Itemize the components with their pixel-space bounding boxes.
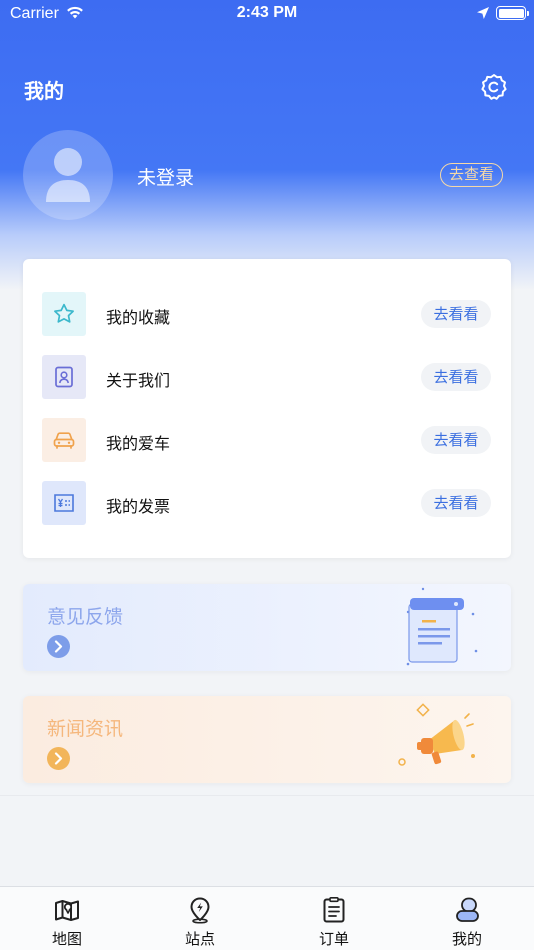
menu-item-label: 我的发票 — [106, 497, 171, 516]
menu-item-label: 关于我们 — [106, 371, 171, 390]
clock: 2:43 PM — [236, 4, 298, 21]
invoice-icon — [54, 494, 74, 512]
go-my-car-button[interactable]: 去看看 — [421, 426, 491, 454]
menu-item-label: 我的收藏 — [106, 308, 171, 327]
about-us-icon-tile — [42, 355, 86, 399]
order-list-icon — [323, 896, 345, 923]
settings-gear-icon[interactable] — [480, 73, 508, 101]
tab-station[interactable]: 站点 — [150, 887, 250, 950]
chevron-right-icon — [54, 752, 63, 765]
tab-bar: 地图 站点 订单 我的 — [0, 886, 534, 950]
status-bar: Carrier 2:43 PM — [0, 0, 534, 28]
car-icon — [53, 432, 75, 449]
divider — [0, 795, 534, 796]
tab-label: 订单 — [318, 930, 349, 948]
tab-map[interactable]: 地图 — [17, 887, 117, 950]
feedback-arrow-button[interactable] — [47, 635, 70, 658]
avatar[interactable] — [23, 130, 113, 220]
news-arrow-button[interactable] — [47, 747, 70, 770]
go-about-us-button[interactable]: 去看看 — [421, 363, 491, 391]
my-car-icon-tile — [42, 418, 86, 462]
page-title: 我的 — [24, 79, 64, 103]
favorites-icon-tile — [42, 292, 86, 336]
station-pin-icon — [190, 897, 210, 924]
menu-item-about-us[interactable]: 关于我们 去看看 — [23, 355, 511, 399]
location-arrow-icon — [477, 7, 489, 19]
view-profile-button[interactable]: 去查看 — [440, 163, 503, 187]
tab-label: 我的 — [451, 930, 482, 948]
invoices-icon-tile — [42, 481, 86, 525]
menu-item-favorites[interactable]: 我的收藏 去看看 — [23, 292, 511, 336]
tab-profile[interactable]: 我的 — [417, 887, 517, 950]
battery-icon — [496, 6, 529, 20]
menu-card: 我的收藏 去看看 关于我们 去看看 我的爱车 去看看 我的发票 去看看 — [23, 259, 511, 558]
menu-item-label: 我的爱车 — [106, 434, 171, 453]
go-favorites-button[interactable]: 去看看 — [421, 300, 491, 328]
tab-label: 站点 — [184, 930, 215, 948]
news-title: 新闻资讯 — [47, 718, 124, 740]
user-silhouette-icon — [46, 148, 90, 202]
tab-orders[interactable]: 订单 — [284, 887, 384, 950]
megaphone-illustration-icon — [398, 703, 475, 766]
chevron-right-icon — [54, 640, 63, 653]
tab-label: 地图 — [51, 930, 82, 948]
profile-icon — [456, 897, 479, 922]
document-illustration-icon — [406, 587, 478, 666]
map-icon — [55, 900, 79, 921]
menu-item-invoices[interactable]: 我的发票 去看看 — [23, 481, 511, 525]
feedback-title: 意见反馈 — [47, 606, 124, 628]
menu-item-my-car[interactable]: 我的爱车 去看看 — [23, 418, 511, 462]
feedback-banner[interactable]: 意见反馈 — [23, 584, 511, 671]
contact-card-icon — [55, 366, 73, 388]
star-icon — [54, 303, 74, 323]
news-banner[interactable]: 新闻资讯 — [23, 696, 511, 783]
login-status[interactable]: 未登录 — [137, 163, 194, 190]
go-invoices-button[interactable]: 去看看 — [421, 489, 491, 517]
